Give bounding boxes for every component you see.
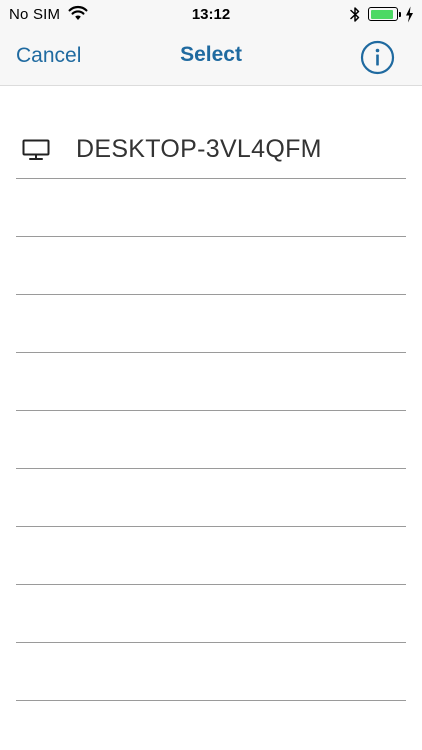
bluetooth-icon (350, 6, 360, 28)
battery-icon (368, 7, 398, 21)
status-bar: No SIM 13:12 (0, 0, 422, 30)
charging-icon (405, 6, 414, 28)
list-item-empty (16, 585, 406, 643)
info-icon[interactable] (360, 40, 395, 75)
device-list: DESKTOP-3VL4QFM (16, 121, 406, 701)
list-item-empty (16, 469, 406, 527)
list-item-empty (16, 411, 406, 469)
device-name: DESKTOP-3VL4QFM (76, 135, 322, 163)
list-item-empty (16, 643, 406, 701)
list-item-empty (16, 237, 406, 295)
navigation-bar: Cancel Select (0, 30, 422, 86)
page-title: Select (180, 43, 242, 66)
battery-cap (399, 12, 401, 17)
list-item-empty (16, 527, 406, 585)
desktop-icon (22, 139, 50, 166)
list-item-empty (16, 353, 406, 411)
list-item-empty (16, 295, 406, 353)
list-item-device[interactable]: DESKTOP-3VL4QFM (16, 121, 406, 179)
list-item-empty (16, 179, 406, 237)
battery-fill (370, 9, 393, 19)
